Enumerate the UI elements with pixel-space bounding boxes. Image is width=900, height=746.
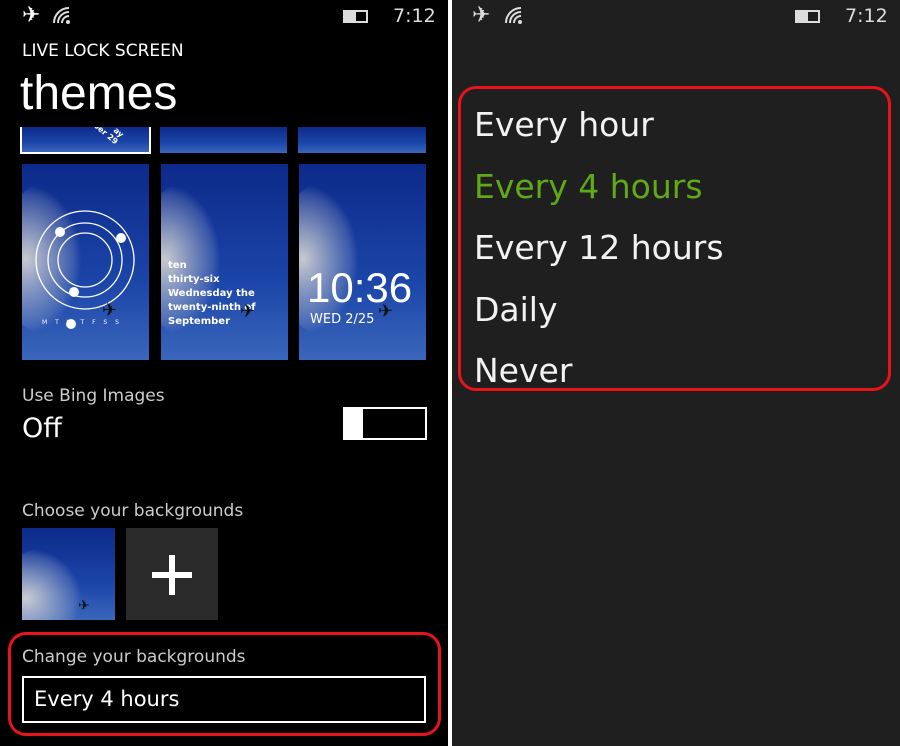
wifi-icon — [505, 7, 522, 24]
battery-icon — [795, 10, 820, 23]
option-every-12-hours[interactable]: Every 12 hours — [474, 228, 724, 267]
clock-time: 10:36 — [307, 264, 413, 311]
option-daily[interactable]: Daily — [474, 290, 558, 329]
frequency-picker-panel: ✈ 7:12 Every hour Every 4 hours Every 12… — [452, 0, 900, 746]
option-every-4-hours[interactable]: Every 4 hours — [474, 167, 703, 206]
time-word-line: thirty-six — [168, 274, 220, 285]
airplane-icon: ✈ — [472, 3, 491, 28]
bing-toggle[interactable] — [343, 407, 427, 440]
theme-tile[interactable] — [298, 127, 426, 153]
rings-clock — [35, 210, 135, 329]
status-time: 7:12 — [393, 5, 436, 27]
change-frequency-select[interactable]: Every 4 hours — [22, 676, 426, 723]
time-word-line: Wednesday the — [168, 288, 255, 299]
backgrounds-label: Choose your backgrounds — [22, 501, 244, 521]
theme-tile-rings[interactable]: M T W T F S S ✈ — [22, 164, 149, 360]
wifi-icon — [53, 7, 70, 24]
airplane-image: ✈ — [240, 301, 256, 322]
bing-value: Off — [22, 413, 62, 444]
option-every-hour[interactable]: Every hour — [474, 105, 654, 144]
battery-icon — [343, 10, 368, 23]
option-never[interactable]: Never — [474, 351, 572, 390]
theme-tile-digital[interactable]: 10:36 WED 2/25 ✈ — [299, 164, 426, 360]
clock-date: WED 2/25 — [310, 312, 375, 327]
change-label: Change your backgrounds — [22, 647, 246, 667]
background-thumbnail[interactable]: ✈ — [22, 528, 115, 620]
airplane-image: ✈ — [102, 300, 118, 321]
time-word-line: ten — [168, 260, 187, 271]
status-time: 7:12 — [845, 5, 888, 27]
app-title: LIVE LOCK SCREEN — [22, 41, 184, 61]
airplane-image: ✈ — [378, 301, 394, 322]
select-value: Every 4 hours — [34, 687, 180, 711]
airplane-icon: ✈ — [22, 3, 41, 28]
bing-label: Use Bing Images — [22, 386, 165, 406]
theme-tile-selected[interactable]: ay ber 29 — [20, 127, 151, 154]
theme-tile-words[interactable]: ten thirty-six Wednesday the twenty-nint… — [161, 164, 288, 360]
settings-panel: ✈ 7:12 LIVE LOCK SCREEN themes ay ber 29… — [0, 0, 448, 746]
partial-tile-date: ay ber 29 — [91, 127, 126, 147]
page-title: themes — [20, 67, 178, 120]
add-background-button[interactable] — [126, 528, 218, 620]
theme-tile[interactable] — [160, 127, 287, 153]
